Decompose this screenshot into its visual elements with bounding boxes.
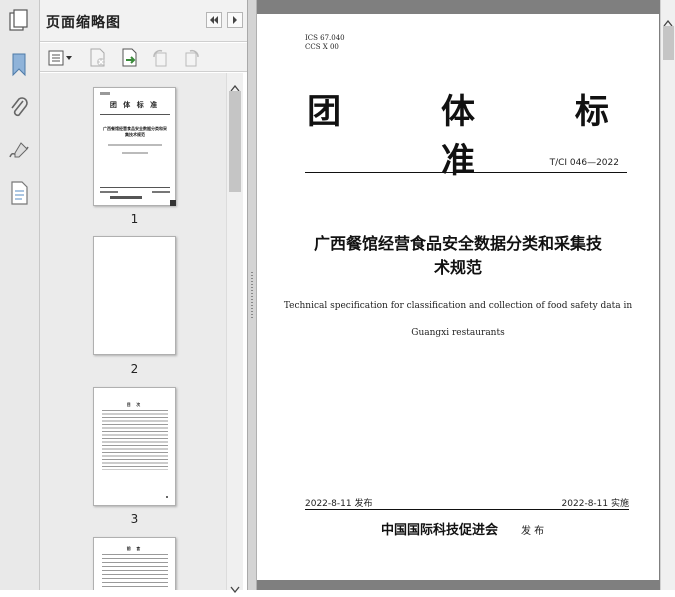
panel-splitter[interactable]	[248, 0, 257, 590]
thumb-bottom-rule	[100, 187, 170, 188]
ccs-code: CCS X 00	[305, 43, 339, 51]
signature-icon[interactable]	[6, 138, 32, 164]
standard-code: T/CI 046—2022	[549, 158, 619, 168]
thumbnail-page-4[interactable]: 前 言	[93, 537, 176, 590]
thumb-date	[100, 191, 118, 193]
rotate-right-icon[interactable]	[182, 48, 202, 68]
thumb-title: 广西餐馆经营食品安全数据分类和采集技术规范	[103, 126, 167, 137]
panel-header: 页面缩略图	[40, 0, 247, 42]
splitter-grip	[251, 272, 253, 320]
thumbnail-list: 团 体 标 准 广西餐馆经营食品安全数据分类和采集技术规范 1 2 目 次 3 …	[40, 73, 226, 590]
rotate-left-icon[interactable]	[150, 48, 170, 68]
thumb-text-lines	[102, 554, 168, 590]
publish-date: 2022-8-11 发布	[305, 499, 373, 509]
thumbnail-page-number: 2	[130, 362, 139, 376]
document-properties-icon[interactable]	[6, 180, 32, 206]
bookmark-icon[interactable]	[6, 52, 32, 78]
thumb-heading: 团 体 标 准	[109, 100, 160, 109]
left-navigation-bar	[0, 0, 40, 590]
thumb-toc-lines	[102, 410, 168, 470]
publish-word: 发 布	[521, 526, 545, 537]
document-page: ICS 67.040 CCS X 00 团 体 标 准 T/CI 046—202…	[257, 14, 659, 580]
document-viewer: ICS 67.040 CCS X 00 团 体 标 准 T/CI 046—202…	[257, 0, 675, 590]
implement-date: 2022-8-11 实施	[561, 499, 629, 509]
thumbnail-page-1[interactable]: 团 体 标 准 广西餐馆经营食品安全数据分类和采集技术规范	[93, 87, 176, 206]
extract-page-icon[interactable]	[120, 48, 140, 68]
thumb-heading: 目 次	[126, 402, 143, 407]
thumb-en-line	[108, 144, 162, 146]
english-title-line2: Guangxi restaurants	[411, 328, 505, 338]
thumbnail-page-number: 3	[130, 512, 139, 526]
panel-toolbar	[40, 43, 247, 72]
collapse-left-icon[interactable]	[206, 12, 222, 28]
bottom-rule	[305, 509, 629, 510]
thumbnail-page-number: 1	[130, 212, 139, 226]
thumb-rule	[100, 114, 170, 115]
scroll-down-icon[interactable]	[230, 578, 240, 597]
thumb-marker	[170, 200, 176, 206]
pages-icon[interactable]	[6, 8, 32, 34]
delete-page-icon[interactable]	[88, 48, 108, 68]
thumb-ics-mark	[100, 92, 110, 95]
thumb-heading: 前 言	[126, 546, 143, 551]
thumbnails-panel: 页面缩略图 团 体 标 准 广西餐馆经营食品安全数据分类和采集技术规范 1 2 …	[40, 0, 248, 594]
panel-title: 页面缩略图	[46, 15, 121, 31]
scrollbar-thumb[interactable]	[229, 91, 241, 192]
english-title-line1: Technical specification for classificati…	[283, 301, 633, 311]
thumb-date	[152, 191, 170, 193]
attachment-icon[interactable]	[6, 95, 32, 121]
document-scrollbar[interactable]	[660, 0, 675, 590]
top-rule	[305, 172, 627, 173]
thumbnail-page-2[interactable]	[93, 236, 176, 355]
publisher: 中国国际科技促进会	[381, 523, 499, 538]
ics-code: ICS 67.040	[305, 34, 345, 42]
options-menu-icon[interactable]	[48, 48, 74, 68]
document-title-line2: 术规范	[433, 258, 482, 277]
thumb-en-line	[122, 152, 148, 154]
thumb-publisher	[110, 196, 142, 199]
expand-right-icon[interactable]	[227, 12, 243, 28]
thumbnail-page-3[interactable]: 目 次	[93, 387, 176, 506]
thumb-page-mark	[166, 496, 168, 498]
scrollbar-thumb[interactable]	[663, 26, 674, 60]
thumbnail-scrollbar[interactable]	[226, 73, 243, 594]
document-title-line1: 广西餐馆经营食品安全数据分类和采集技	[313, 234, 602, 253]
